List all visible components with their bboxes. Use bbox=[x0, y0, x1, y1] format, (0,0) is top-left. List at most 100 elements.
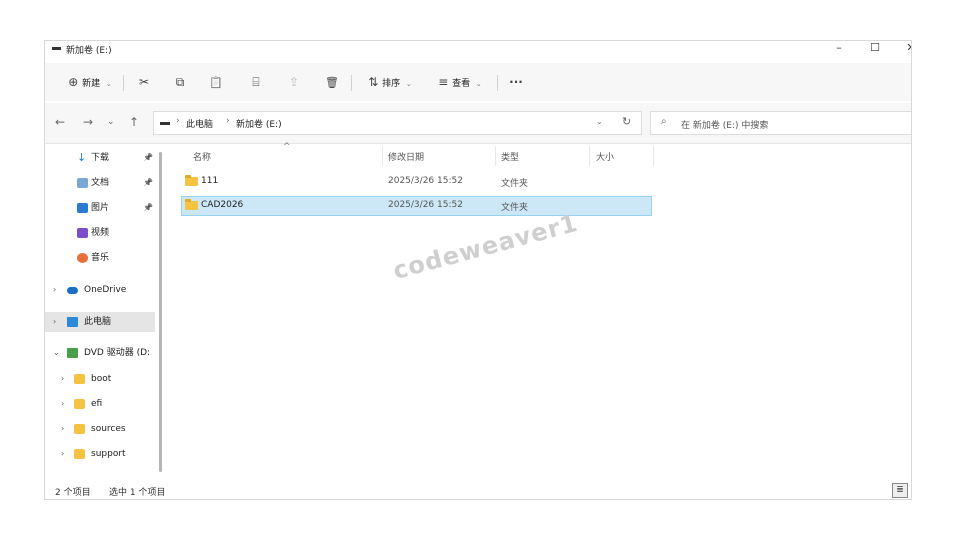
status-bar: 2 个项目 选中 1 个项目 ≣ bbox=[45, 482, 911, 499]
back-button[interactable]: ← bbox=[55, 115, 65, 129]
forward-button[interactable]: → bbox=[83, 115, 93, 129]
sidebar-item-sources[interactable]: › sources bbox=[45, 419, 155, 439]
pin-icon[interactable]: 📌 bbox=[143, 198, 153, 218]
breadcrumb-separator-icon: › bbox=[226, 116, 230, 126]
more-dots-icon: ··· bbox=[509, 75, 523, 89]
rename-button[interactable]: ⌸ bbox=[245, 72, 267, 92]
sidebar-item-pictures[interactable]: 图片 📌 bbox=[45, 198, 155, 218]
minimize-button[interactable]: – bbox=[821, 41, 857, 57]
delete-button[interactable]: 🗑 bbox=[321, 72, 343, 92]
rename-icon: ⌸ bbox=[252, 75, 260, 89]
more-button[interactable]: ··· bbox=[505, 72, 527, 92]
sidebar-item-label: 文档 bbox=[91, 178, 110, 188]
sidebar-item-support[interactable]: › support bbox=[45, 444, 155, 464]
search-box[interactable]: ⌕ 在 新加卷 (E:) 中搜索 bbox=[650, 111, 911, 135]
address-bar[interactable]: › 此电脑 › 新加卷 (E:) ⌄ ↻ bbox=[153, 111, 642, 135]
copy-button[interactable]: ⧉ bbox=[169, 72, 191, 92]
refresh-icon[interactable]: ↻ bbox=[622, 115, 631, 128]
music-icon bbox=[77, 253, 88, 263]
sidebar-scrollbar[interactable] bbox=[159, 152, 162, 472]
pin-icon[interactable]: 📌 bbox=[143, 173, 153, 193]
chevron-down-icon[interactable]: ⌄ bbox=[53, 343, 60, 363]
chevron-right-icon[interactable]: › bbox=[61, 419, 64, 439]
chevron-right-icon[interactable]: › bbox=[61, 369, 64, 389]
sidebar-item-videos[interactable]: 视频 bbox=[45, 223, 155, 243]
chevron-right-icon[interactable]: › bbox=[61, 394, 64, 414]
column-header-name[interactable]: 名称 bbox=[193, 150, 211, 163]
trash-icon: 🗑 bbox=[325, 76, 339, 89]
chevron-right-icon[interactable]: › bbox=[53, 312, 56, 332]
file-row-selected[interactable]: CAD2026 2025/3/26 15:52 文件夹 bbox=[181, 196, 652, 216]
column-header-size[interactable]: 大小 bbox=[596, 150, 614, 163]
new-button[interactable]: ⊕ 新建 ⌄ bbox=[59, 72, 121, 92]
sidebar-item-onedrive[interactable]: › OneDrive bbox=[45, 280, 155, 300]
file-modified: 2025/3/26 15:52 bbox=[388, 176, 463, 186]
drive-icon bbox=[52, 47, 61, 50]
sidebar-item-documents[interactable]: 文档 📌 bbox=[45, 173, 155, 193]
maximize-button[interactable]: ☐ bbox=[857, 41, 893, 57]
up-button[interactable]: ↑ bbox=[129, 115, 139, 129]
column-divider[interactable] bbox=[589, 146, 590, 166]
close-button[interactable]: ✕ bbox=[893, 41, 911, 57]
arrow-left-icon: ← bbox=[55, 115, 66, 129]
toolbar-divider bbox=[123, 75, 124, 91]
breadcrumb-new-volume[interactable]: 新加卷 (E:) bbox=[236, 117, 282, 130]
sidebar-item-boot[interactable]: › boot bbox=[45, 369, 155, 389]
pin-icon[interactable]: 📌 bbox=[143, 148, 153, 168]
toolbar-divider bbox=[351, 75, 352, 91]
folder-icon bbox=[74, 399, 85, 409]
chevron-down-icon: ⌄ bbox=[107, 117, 115, 127]
share-button[interactable]: ⇪ bbox=[283, 72, 305, 92]
cloud-icon bbox=[67, 287, 78, 294]
file-modified: 2025/3/26 15:52 bbox=[388, 200, 463, 210]
view-button-label: 查看 bbox=[452, 79, 471, 89]
file-type: 文件夹 bbox=[501, 203, 529, 213]
column-divider[interactable] bbox=[495, 146, 496, 166]
sidebar-item-label: 视频 bbox=[91, 228, 110, 238]
sidebar-item-this-pc[interactable]: › 此电脑 bbox=[45, 312, 155, 332]
sidebar-item-label: 音乐 bbox=[91, 253, 110, 263]
chevron-down-icon: ⌄ bbox=[105, 80, 112, 88]
file-row[interactable]: 111 2025/3/26 15:52 文件夹 bbox=[181, 172, 652, 192]
file-type: 文件夹 bbox=[501, 179, 529, 189]
window-title: 新加卷 (E:) bbox=[66, 46, 112, 56]
chevron-down-icon: ⌄ bbox=[475, 80, 482, 88]
folder-icon bbox=[185, 199, 198, 210]
cut-button[interactable]: ✂ bbox=[133, 72, 155, 92]
view-button[interactable]: ≡ 查看 ⌄ bbox=[431, 72, 489, 92]
column-header-modified[interactable]: 修改日期 bbox=[388, 150, 424, 163]
sidebar-item-downloads[interactable]: ↓ 下载 📌 bbox=[45, 148, 155, 168]
sidebar-item-label: support bbox=[91, 449, 126, 459]
details-view-button[interactable]: ≣ bbox=[892, 483, 908, 498]
sort-button[interactable]: ⇅ 排序 ⌄ bbox=[361, 72, 419, 92]
sidebar-item-dvd-drive[interactable]: ⌄ DVD 驱动器 (D: bbox=[45, 343, 155, 363]
paste-button[interactable]: 📋 bbox=[205, 72, 227, 92]
chevron-down-icon: ⌄ bbox=[405, 80, 412, 88]
chevron-right-icon[interactable]: › bbox=[53, 280, 56, 300]
address-history-dropdown[interactable]: ⌄ bbox=[596, 117, 603, 126]
sort-icon: ⇅ bbox=[368, 75, 379, 89]
sidebar-item-music[interactable]: 音乐 bbox=[45, 248, 155, 268]
dvd-drive-icon bbox=[67, 348, 78, 358]
chevron-right-icon[interactable]: › bbox=[61, 444, 64, 464]
recent-locations-button[interactable]: ⌄ bbox=[107, 117, 115, 127]
document-icon bbox=[77, 178, 88, 188]
column-divider[interactable] bbox=[653, 146, 654, 166]
sidebar-item-label: 下载 bbox=[91, 153, 110, 163]
picture-icon bbox=[77, 203, 88, 213]
arrow-right-icon: → bbox=[83, 115, 94, 129]
column-header-type[interactable]: 类型 bbox=[501, 150, 519, 163]
column-divider[interactable] bbox=[382, 146, 383, 166]
scissors-icon: ✂ bbox=[138, 75, 150, 89]
address-row: ← → ⌄ ↑ › 此电脑 › 新加卷 (E:) ⌄ ↻ ⌕ 在 新加卷 (E:… bbox=[45, 103, 911, 144]
command-bar: ⊕ 新建 ⌄ ✂ ⧉ 📋 ⌸ ⇪ 🗑 ⇅ 排序 ⌄ ≡ 查看 ⌄ ··· bbox=[45, 63, 911, 101]
sidebar-item-label: sources bbox=[91, 424, 126, 434]
download-arrow-icon: ↓ bbox=[77, 151, 87, 164]
sort-arrow-icon: ^ bbox=[283, 142, 291, 152]
computer-icon bbox=[67, 317, 78, 327]
breadcrumb-this-pc[interactable]: 此电脑 bbox=[186, 117, 213, 130]
arrow-up-icon: ↑ bbox=[129, 115, 140, 129]
sidebar-item-efi[interactable]: › efi bbox=[45, 394, 155, 414]
details-view-icon: ≣ bbox=[896, 485, 904, 495]
sidebar-item-label: boot bbox=[91, 374, 112, 384]
